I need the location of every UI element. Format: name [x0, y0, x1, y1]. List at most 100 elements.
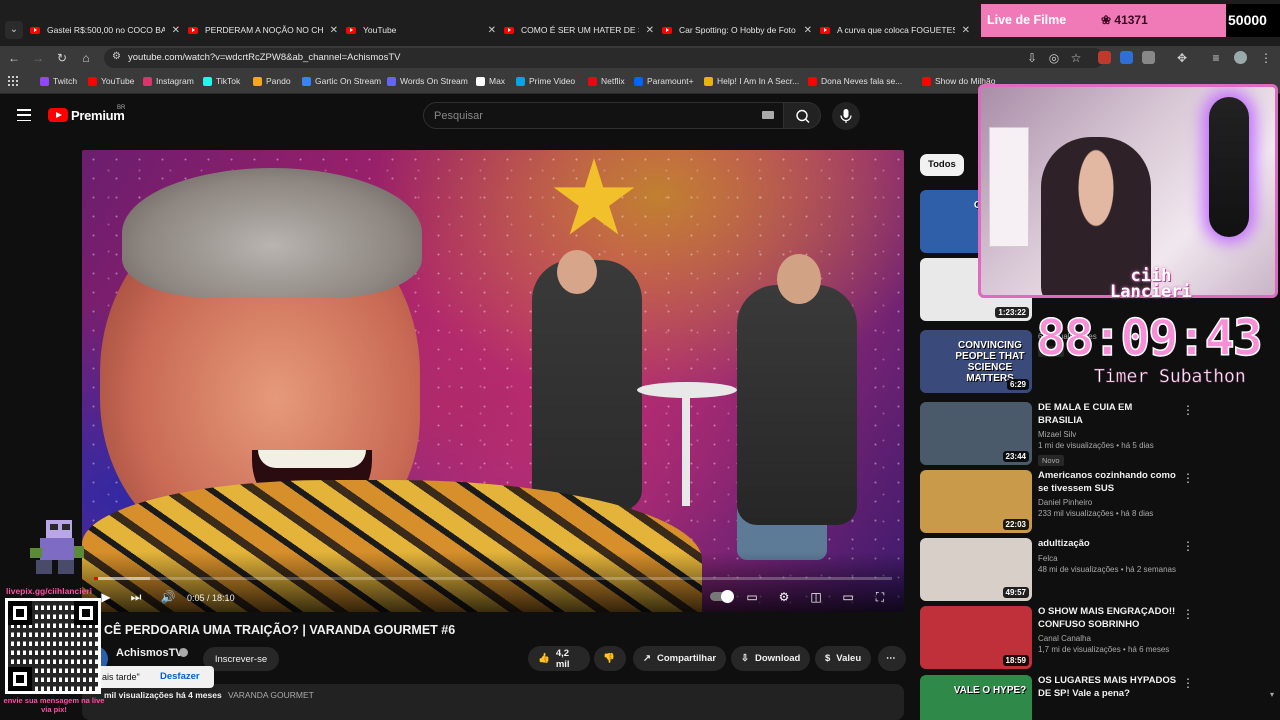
qr-finder: [8, 601, 32, 625]
close-tab-icon[interactable]: ✕: [488, 25, 496, 36]
recommendation-item[interactable]: VALE O HYPE? OS LUGARES MAIS HYPADOS DE S…: [920, 675, 1194, 720]
recommendation-channel[interactable]: Mizael Silv: [1038, 430, 1178, 439]
recommendation-title[interactable]: DE MALA E CUIA EM BRASILIA: [1038, 402, 1178, 427]
recommendation-title[interactable]: O SHOW MAIS ENGRAÇADO!! CONFUSO SOBRINHO…: [1038, 606, 1178, 631]
home-icon[interactable]: ⌂: [78, 50, 94, 66]
extensions-puzzle-icon[interactable]: ✥: [1174, 50, 1190, 66]
more-actions-button[interactable]: ⋯: [878, 646, 906, 671]
subtitles-icon[interactable]: ▭: [744, 588, 760, 606]
media-control-icon[interactable]: ≡: [1208, 50, 1224, 66]
share-button[interactable]: ↗ Compartilhar: [633, 646, 727, 671]
browser-tab[interactable]: A curva que coloca FOGUETES ✕: [820, 19, 970, 41]
progress-bar[interactable]: [94, 577, 892, 580]
browser-menu-icon[interactable]: ⋮: [1258, 50, 1274, 66]
site-info-icon[interactable]: ⚙: [112, 51, 121, 62]
recommendation-title[interactable]: OS LUGARES MAIS HYPADOS DE SP! Vale a pe…: [1038, 675, 1178, 700]
close-tab-icon[interactable]: ✕: [962, 25, 970, 36]
dislike-button[interactable]: 👎: [594, 646, 626, 671]
close-tab-icon[interactable]: ✕: [172, 25, 180, 36]
close-tab-icon[interactable]: ✕: [330, 25, 338, 36]
browser-tab[interactable]: YouTube ✕: [346, 19, 496, 41]
bookmark-item[interactable]: Help! I Am In A Secr...: [704, 76, 799, 86]
bookmark-item[interactable]: Twitch: [40, 76, 77, 86]
guide-menu-icon[interactable]: [17, 109, 31, 121]
scroll-down-icon[interactable]: ▾: [1270, 690, 1274, 699]
close-tab-icon[interactable]: ✕: [646, 25, 654, 36]
video-tag[interactable]: VARANDA GOURMET: [228, 690, 314, 700]
bookmark-item[interactable]: Instagram: [143, 76, 194, 86]
browser-tab[interactable]: COMO É SER UM HATER DE SU ✕: [504, 19, 654, 41]
next-video-icon[interactable]: ⏭: [128, 588, 144, 606]
tab-search-icon[interactable]: ⌄: [5, 21, 23, 39]
bookmark-item[interactable]: Pando: [253, 76, 291, 86]
miniplayer-icon[interactable]: ◫: [808, 588, 824, 606]
profile-avatar[interactable]: [1234, 51, 1247, 64]
chip-all[interactable]: Todos: [920, 154, 964, 176]
recommendation-item[interactable]: 22:03 Americanos cozinhando como se tives…: [920, 470, 1194, 534]
close-tab-icon[interactable]: ✕: [804, 25, 812, 36]
bookmark-item[interactable]: Dona Neves fala se...: [808, 76, 902, 86]
bookmark-item[interactable]: Paramount+: [634, 76, 694, 86]
recommendation-title[interactable]: adultização: [1038, 538, 1178, 551]
extension-icon[interactable]: [1098, 51, 1111, 64]
address-bar[interactable]: ⚙ youtube.com/watch?v=wdcrtRcZPW8&ab_cha…: [104, 48, 1104, 68]
theater-mode-icon[interactable]: ▭: [840, 588, 856, 606]
back-arrow-icon[interactable]: ←: [6, 50, 22, 66]
recommendation-channel[interactable]: Felca: [1038, 554, 1178, 563]
video-thumbnail[interactable]: 49:57: [920, 538, 1032, 601]
more-options-icon[interactable]: ⋮: [1182, 677, 1194, 689]
apps-grid-icon[interactable]: [8, 76, 18, 86]
video-thumbnail[interactable]: 23:44: [920, 402, 1032, 465]
autoplay-toggle[interactable]: [710, 590, 734, 603]
eye-off-icon[interactable]: ◎: [1046, 50, 1062, 66]
recommendation-item[interactable]: 18:59 O SHOW MAIS ENGRAÇADO!! CONFUSO SOB…: [920, 606, 1194, 670]
channel-name[interactable]: AchismosTV: [116, 647, 183, 659]
play-icon[interactable]: ▶: [100, 588, 112, 606]
video-thumbnail[interactable]: CONVINCING PEOPLE THAT SCIENCE MATTERS 6:…: [920, 330, 1032, 393]
bookmark-item[interactable]: Words On Stream: [387, 76, 468, 86]
browser-tab[interactable]: Gastei R$:500,00 no COCO BAM ✕: [30, 19, 180, 41]
extension-icon[interactable]: [1120, 51, 1133, 64]
more-options-icon[interactable]: ⋮: [1182, 472, 1194, 484]
voice-search-button[interactable]: [832, 102, 860, 130]
like-button[interactable]: 👍 4,2 mil: [528, 646, 590, 671]
recommendation-item[interactable]: 49:57 adultização Felca 48 mi de visualizaç…: [920, 538, 1194, 602]
browser-tab[interactable]: PERDERAM A NOÇÃO NO CHÁ ✕: [188, 19, 338, 41]
time-total: 18:10: [212, 593, 235, 603]
keyboard-icon[interactable]: [762, 111, 774, 119]
video-thumbnail[interactable]: VALE O HYPE?: [920, 675, 1032, 720]
bookmark-favicon-icon: [143, 76, 152, 86]
bookmark-item[interactable]: Prime Video: [516, 76, 575, 86]
recommendation-item[interactable]: 23:44 DE MALA E CUIA EM BRASILIA Mizael Si…: [920, 402, 1194, 466]
subscribe-button[interactable]: Inscrever-se: [203, 647, 279, 671]
more-options-icon[interactable]: ⋮: [1182, 540, 1194, 552]
recommendation-title[interactable]: Americanos cozinhando como se tivessem S…: [1038, 470, 1178, 495]
recommendation-channel[interactable]: Canal Canalha: [1038, 634, 1178, 643]
forward-arrow-icon[interactable]: →: [30, 50, 46, 66]
install-app-icon[interactable]: ⇩: [1024, 50, 1040, 66]
bookmark-item[interactable]: Netflix: [588, 76, 625, 86]
more-options-icon[interactable]: ⋮: [1182, 608, 1194, 620]
download-button[interactable]: ⇩ Download: [731, 646, 811, 671]
video-player[interactable]: ▶ ⏭ 🔊 0:05 / 18:10 ▭ ⚙ ◫ ▭ ⛶: [82, 150, 904, 612]
bookmark-item[interactable]: YouTube: [88, 76, 134, 86]
bookmark-item[interactable]: Gartic On Stream: [302, 76, 381, 86]
more-options-icon[interactable]: ⋮: [1182, 404, 1194, 416]
bookmark-item[interactable]: TikTok: [203, 76, 240, 86]
video-thumbnail[interactable]: 18:59: [920, 606, 1032, 669]
thanks-button[interactable]: $ Valeu: [815, 646, 872, 671]
search-input[interactable]: [434, 108, 734, 124]
undo-button[interactable]: Desfazer: [160, 671, 200, 682]
bookmark-star-icon[interactable]: ☆: [1068, 50, 1084, 66]
reload-icon[interactable]: ↻: [54, 50, 70, 66]
youtube-logo-icon[interactable]: [48, 108, 68, 122]
bookmark-item[interactable]: Max: [476, 76, 505, 86]
extension-icon[interactable]: [1142, 51, 1155, 64]
recommendation-channel[interactable]: Daniel Pinheiro: [1038, 498, 1178, 507]
search-button[interactable]: [783, 102, 821, 129]
browser-tab[interactable]: Car Spotting: O Hobby de Foto ✕: [662, 19, 812, 41]
settings-gear-icon[interactable]: ⚙: [776, 588, 792, 606]
video-thumbnail[interactable]: 22:03: [920, 470, 1032, 533]
fullscreen-icon[interactable]: ⛶: [872, 588, 888, 606]
volume-icon[interactable]: 🔊: [160, 588, 176, 606]
